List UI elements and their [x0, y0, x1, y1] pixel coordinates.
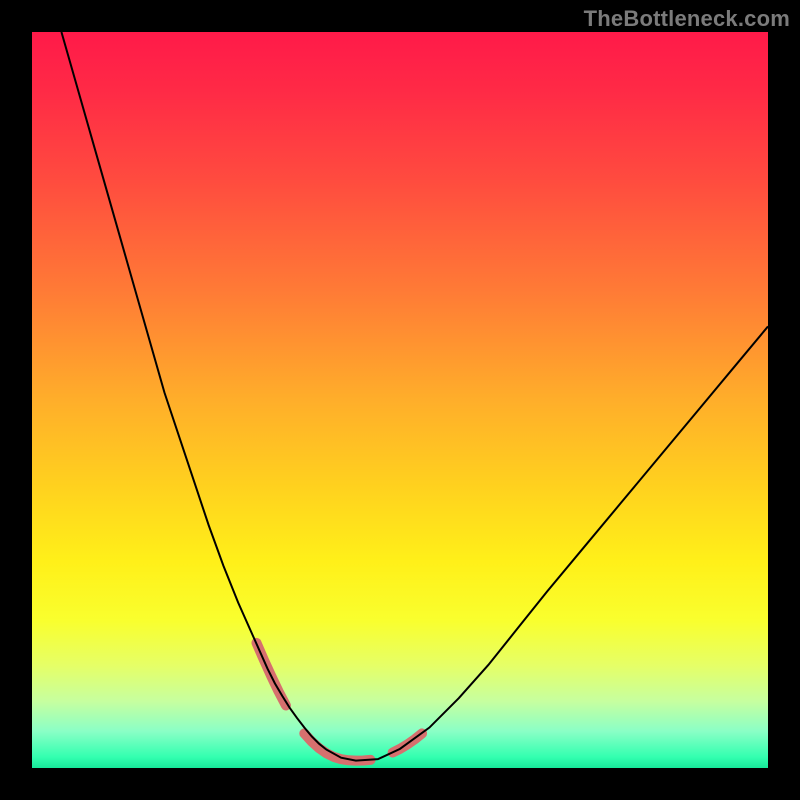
watermark-label: TheBottleneck.com — [584, 6, 790, 32]
plot-area — [32, 32, 768, 768]
curve-layer — [32, 32, 768, 768]
chart-stage: TheBottleneck.com — [0, 0, 800, 800]
bottleneck-curve — [61, 32, 768, 761]
